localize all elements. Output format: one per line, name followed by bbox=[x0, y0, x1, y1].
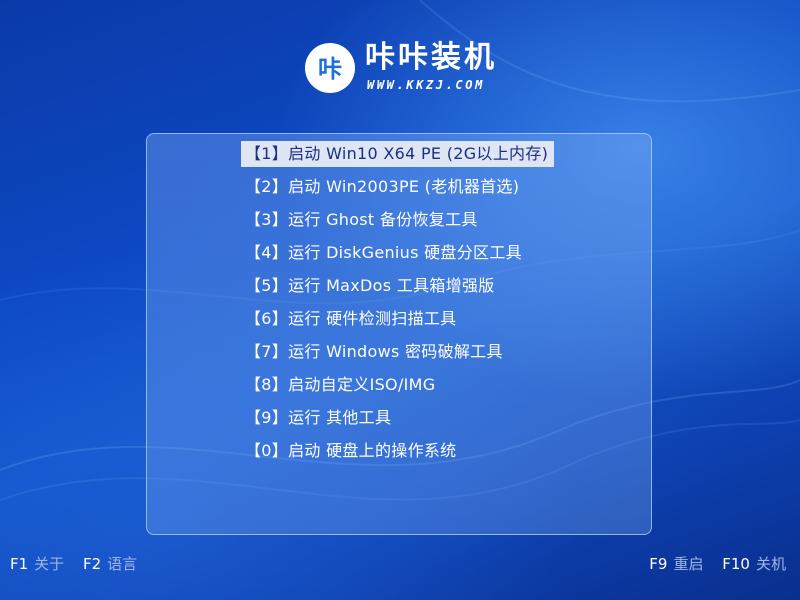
brand-header: 咔 咔咔装机 WWW.KKZJ.COM bbox=[305, 40, 515, 96]
menu-item-label: 【6】运行 硬件检测扫描工具 bbox=[245, 309, 457, 328]
menu-item-2[interactable]: 【2】启动 Win2003PE (老机器首选) bbox=[241, 174, 560, 207]
menu-item-8[interactable]: 【8】启动自定义ISO/IMG bbox=[241, 372, 560, 405]
footer-hints-left: F1 关于 F2 语言 bbox=[10, 553, 137, 575]
menu-item-label: 【4】运行 DiskGenius 硬盘分区工具 bbox=[245, 243, 522, 262]
hint-label: 关机 bbox=[755, 555, 786, 573]
menu-item-3[interactable]: 【3】运行 Ghost 备份恢复工具 bbox=[241, 207, 560, 240]
menu-item-label: 【9】运行 其他工具 bbox=[245, 408, 392, 427]
menu-item-7[interactable]: 【7】运行 Windows 密码破解工具 bbox=[241, 339, 560, 372]
menu-item-6[interactable]: 【6】运行 硬件检测扫描工具 bbox=[241, 306, 560, 339]
boot-menu-panel: 【1】启动 Win10 X64 PE (2G以上内存) 【2】启动 Win200… bbox=[146, 133, 652, 535]
brand-title: 咔咔装机 bbox=[365, 40, 497, 75]
kaka-logo-icon: 咔 bbox=[305, 43, 355, 93]
hint-label: 关于 bbox=[34, 555, 65, 573]
hint-key: F9 bbox=[649, 555, 668, 573]
menu-item-9[interactable]: 【9】运行 其他工具 bbox=[241, 405, 560, 438]
hint-label: 重启 bbox=[673, 555, 704, 573]
menu-item-label: 【3】运行 Ghost 备份恢复工具 bbox=[245, 210, 478, 229]
hint-about[interactable]: F1 关于 bbox=[10, 553, 64, 575]
menu-item-label: 【7】运行 Windows 密码破解工具 bbox=[245, 342, 503, 361]
menu-item-1[interactable]: 【1】启动 Win10 X64 PE (2G以上内存) bbox=[241, 141, 560, 174]
menu-item-label: 【1】启动 Win10 X64 PE (2G以上内存) bbox=[241, 141, 555, 167]
hint-key: F1 bbox=[10, 555, 29, 573]
menu-item-label: 【5】运行 MaxDos 工具箱增强版 bbox=[245, 276, 495, 295]
brand-url: WWW.KKZJ.COM bbox=[367, 78, 485, 92]
menu-item-0[interactable]: 【0】启动 硬盘上的操作系统 bbox=[241, 438, 560, 471]
hint-label: 语言 bbox=[107, 555, 138, 573]
menu-item-5[interactable]: 【5】运行 MaxDos 工具箱增强版 bbox=[241, 273, 560, 306]
hint-key: F2 bbox=[82, 555, 102, 573]
hint-shutdown[interactable]: F10 关机 bbox=[722, 553, 786, 575]
hint-key: F10 bbox=[722, 555, 750, 573]
hint-language[interactable]: F2 语言 bbox=[83, 553, 137, 575]
hint-restart[interactable]: F9 重启 bbox=[649, 553, 703, 575]
menu-item-4[interactable]: 【4】运行 DiskGenius 硬盘分区工具 bbox=[241, 240, 560, 273]
menu-item-label: 【8】启动自定义ISO/IMG bbox=[245, 375, 436, 394]
boot-menu-list: 【1】启动 Win10 X64 PE (2G以上内存) 【2】启动 Win200… bbox=[241, 141, 560, 471]
logo-glyph: 咔 bbox=[318, 55, 342, 83]
menu-item-label: 【0】启动 硬盘上的操作系统 bbox=[245, 441, 457, 460]
footer-hints-right: F9 重启 F10 关机 bbox=[649, 553, 786, 575]
menu-item-label: 【2】启动 Win2003PE (老机器首选) bbox=[245, 177, 520, 196]
